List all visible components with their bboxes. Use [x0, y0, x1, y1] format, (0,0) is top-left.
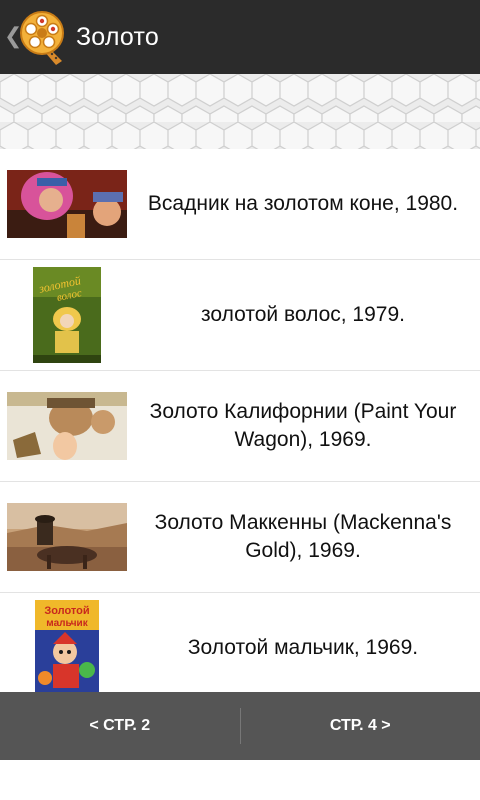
prev-page-button[interactable]: < СТР. 2	[0, 692, 240, 760]
next-page-button[interactable]: СТР. 4 >	[241, 692, 480, 760]
poster-title-text: Золотой	[44, 605, 89, 617]
poster-subtitle-text: мальчик	[46, 618, 88, 629]
movie-title: Всадник на золотом коне, 1980.	[147, 192, 459, 215]
hexagon-pattern	[0, 74, 480, 149]
bottom-spacer	[0, 760, 480, 800]
thumbnail	[4, 376, 130, 476]
page-title: Золото	[76, 22, 159, 51]
movie-poster-golden-hair-icon: золотой волос	[33, 267, 101, 363]
list-item[interactable]: Всадник на золотом коне, 1980.	[0, 149, 480, 260]
movie-title: золотой волос, 1979.	[201, 303, 405, 326]
movie-title: Золотой мальчик, 1969.	[187, 636, 419, 659]
back-button[interactable]: ❮	[0, 0, 68, 74]
thumbnail	[4, 154, 130, 254]
thumbnail: золотой волос	[4, 265, 130, 365]
movie-title: Золото Маккенны (Mackenna's Gold), 1969.	[154, 511, 452, 562]
list-item[interactable]: Золото Калифорнии (Paint Your Wagon), 19…	[0, 371, 480, 482]
pager-bar: < СТР. 2 СТР. 4 >	[0, 692, 480, 760]
list-item[interactable]: золотой волос золотой волос, 1979.	[0, 260, 480, 371]
movie-poster-rider-icon	[7, 170, 127, 238]
movie-still-mackennas-gold-icon	[7, 503, 127, 571]
list-item[interactable]: Золотой мальчик Золотой мальчик, 1969.	[0, 593, 480, 692]
movie-list: Всадник на золотом коне, 1980. золотой в…	[0, 149, 480, 692]
movie-poster-paint-your-wagon-icon	[7, 392, 127, 460]
movie-poster-golden-boy-icon: Золотой мальчик	[35, 600, 99, 692]
pattern-banner	[0, 74, 480, 149]
thumbnail: Золотой мальчик	[4, 598, 130, 692]
list-item[interactable]: Золото Маккенны (Mackenna's Gold), 1969.	[0, 482, 480, 593]
movie-title: Золото Калифорнии (Paint Your Wagon), 19…	[149, 400, 457, 451]
thumbnail	[4, 487, 130, 587]
back-chevron-icon: ❮	[4, 23, 23, 48]
action-bar: ❮ Золото	[0, 0, 480, 74]
film-reel-logo-icon	[20, 11, 64, 65]
screen: ❮ Золото Всадник на золотом коне, 1980. …	[0, 0, 480, 800]
